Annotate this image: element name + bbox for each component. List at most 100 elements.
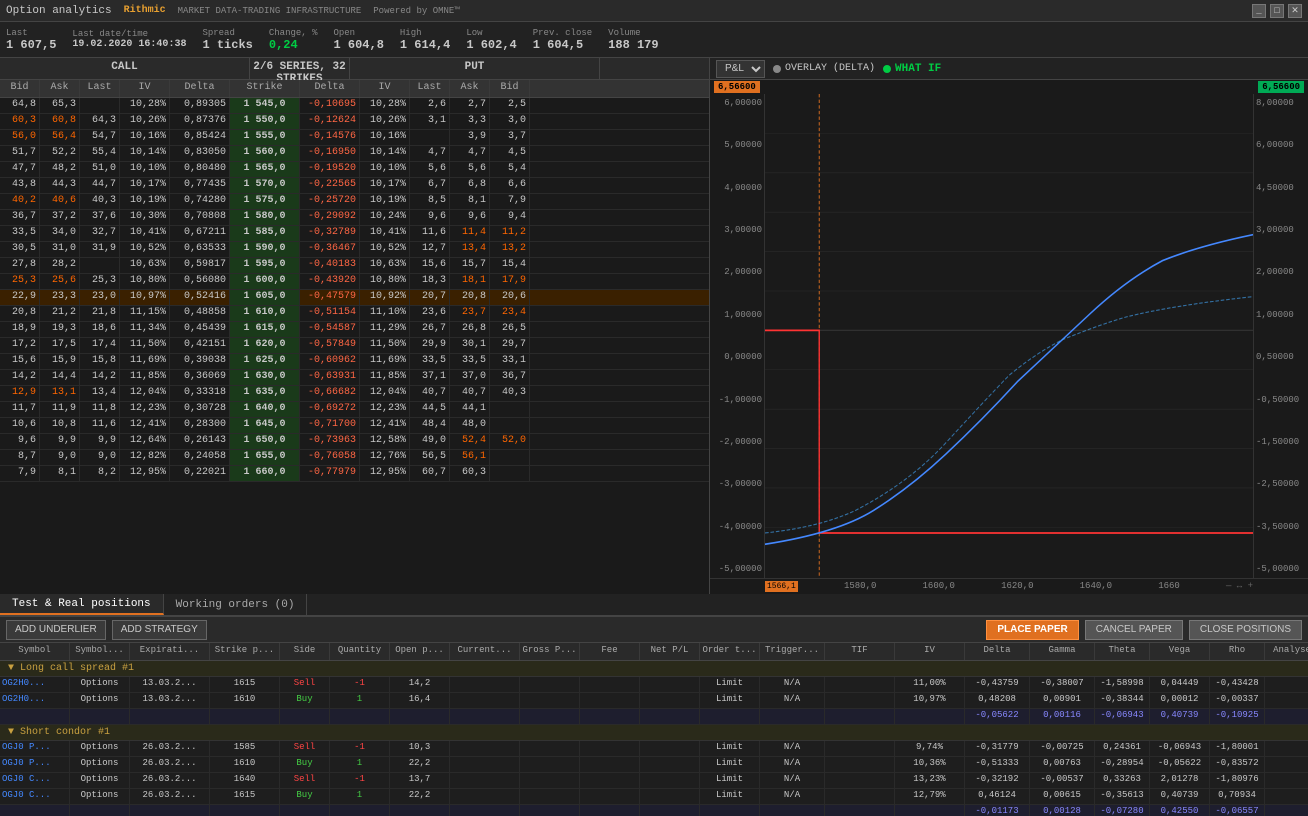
option-row[interactable]: 56,0 56,4 54,7 10,16% 0,85424 1 555,0 -0… (0, 130, 709, 146)
maximize-button[interactable]: □ (1270, 4, 1284, 18)
col-delta-call: Delta (170, 80, 230, 97)
pos-gamma: -0,00537 (1030, 773, 1095, 788)
option-row[interactable]: 64,8 65,3 10,28% 0,89305 1 545,0 -0,1069… (0, 98, 709, 114)
tab-test-real[interactable]: Test & Real positions (0, 594, 164, 615)
put-delta: -0,60962 (300, 354, 360, 369)
pnl-dropdown[interactable]: P&L (716, 60, 765, 78)
call-delta: 0,80480 (170, 162, 230, 177)
option-row[interactable]: 60,3 60,8 64,3 10,26% 0,87376 1 550,0 -0… (0, 114, 709, 130)
summary-rho: -0,06557 (1210, 805, 1265, 816)
option-row[interactable]: 25,3 25,6 25,3 10,80% 0,56080 1 600,0 -0… (0, 274, 709, 290)
add-underlier-button[interactable]: ADD UNDERLIER (6, 620, 106, 640)
option-row[interactable]: 15,6 15,9 15,8 11,69% 0,39038 1 625,0 -0… (0, 354, 709, 370)
summary-empty-3 (210, 805, 280, 816)
overlay-dot (773, 65, 781, 73)
market-spread: Spread 1 ticks (202, 28, 252, 52)
minimize-button[interactable]: _ (1252, 4, 1266, 18)
put-delta: -0,16950 (300, 146, 360, 161)
summary-vega: 0,40739 (1150, 709, 1210, 724)
pos-exp: 26.03.2... (130, 741, 210, 756)
call-delta: 0,28300 (170, 418, 230, 433)
call-last: 55,4 (80, 146, 120, 161)
close-button[interactable]: ✕ (1288, 4, 1302, 18)
pos-curr (450, 741, 520, 756)
pos-exp: 13.03.2... (130, 677, 210, 692)
tab-working-orders[interactable]: Working orders (0) (164, 594, 308, 615)
put-last: 18,3 (410, 274, 450, 289)
pnl-area: P&L OVERLAY (DELTA) WHAT IF 6,56600 6,56… (710, 58, 1308, 594)
pos-vega: -0,05622 (1150, 757, 1210, 772)
market-high: High 1 614,4 (400, 28, 450, 52)
option-row[interactable]: 12,9 13,1 13,4 12,04% 0,33318 1 635,0 -0… (0, 386, 709, 402)
pos-iv: 11,00% (895, 677, 965, 692)
pos-strike: 1640 (210, 773, 280, 788)
put-bid: 13,2 (490, 242, 530, 257)
window-controls: _ □ ✕ (1252, 4, 1302, 18)
call-iv: 10,63% (120, 258, 170, 273)
option-row[interactable]: 20,8 21,2 21,8 11,15% 0,48858 1 610,0 -0… (0, 306, 709, 322)
call-ask: 25,6 (40, 274, 80, 289)
put-delta: -0,66682 (300, 386, 360, 401)
close-positions-button[interactable]: CLOSE POSITIONS (1189, 620, 1302, 640)
call-ask: 37,2 (40, 210, 80, 225)
put-last: 6,7 (410, 178, 450, 193)
option-row[interactable]: 11,7 11,9 11,8 12,23% 0,30728 1 640,0 -0… (0, 402, 709, 418)
call-bid: 14,2 (0, 370, 40, 385)
option-row[interactable]: 33,5 34,0 32,7 10,41% 0,67211 1 585,0 -0… (0, 226, 709, 242)
call-last: 21,8 (80, 306, 120, 321)
summary-empty-13 (825, 805, 895, 816)
option-row[interactable]: 30,5 31,0 31,9 10,52% 0,63533 1 590,0 -0… (0, 242, 709, 258)
put-bid: 7,9 (490, 194, 530, 209)
option-row[interactable]: 43,8 44,3 44,7 10,17% 0,77435 1 570,0 -0… (0, 178, 709, 194)
call-iv: 10,80% (120, 274, 170, 289)
pos-open: 22,2 (390, 789, 450, 804)
x-axis: 1566,1 1580,01600,01620,01640,01660 — ↔ … (710, 578, 1308, 594)
add-strategy-button[interactable]: ADD STRATEGY (112, 620, 207, 640)
option-row[interactable]: 27,8 28,2 10,63% 0,59817 1 595,0 -0,4018… (0, 258, 709, 274)
call-delta: 0,67211 (170, 226, 230, 241)
option-row[interactable]: 10,6 10,8 11,6 12,41% 0,28300 1 645,0 -0… (0, 418, 709, 434)
put-bid: 17,9 (490, 274, 530, 289)
put-iv: 12,23% (360, 402, 410, 417)
option-row[interactable]: 8,7 9,0 9,0 12,82% 0,24058 1 655,0 -0,76… (0, 450, 709, 466)
option-row[interactable]: 9,6 9,9 9,9 12,64% 0,26143 1 650,0 -0,73… (0, 434, 709, 450)
option-row[interactable]: 18,9 19,3 18,6 11,34% 0,45439 1 615,0 -0… (0, 322, 709, 338)
strike: 1 610,0 (230, 306, 300, 321)
call-iv: 12,41% (120, 418, 170, 433)
put-bid: 4,5 (490, 146, 530, 161)
cancel-paper-button[interactable]: CANCEL PAPER (1085, 620, 1183, 640)
put-ask: 3,3 (450, 114, 490, 129)
app-title: Option analytics (6, 5, 112, 17)
pos-curr (450, 789, 520, 804)
call-iv: 10,52% (120, 242, 170, 257)
call-delta: 0,70808 (170, 210, 230, 225)
put-ask: 3,9 (450, 130, 490, 145)
option-row[interactable]: 51,7 52,2 55,4 10,14% 0,83050 1 560,0 -0… (0, 146, 709, 162)
put-last: 20,7 (410, 290, 450, 305)
option-row[interactable]: 47,7 48,2 51,0 10,10% 0,80480 1 565,0 -0… (0, 162, 709, 178)
put-ask: 4,7 (450, 146, 490, 161)
put-delta: -0,40183 (300, 258, 360, 273)
option-row[interactable]: 14,2 14,4 14,2 11,85% 0,36069 1 630,0 -0… (0, 370, 709, 386)
call-delta: 0,26143 (170, 434, 230, 449)
pos-exp: 26.03.2... (130, 773, 210, 788)
option-row[interactable]: 7,9 8,1 8,2 12,95% 0,22021 1 660,0 -0,77… (0, 466, 709, 482)
col-ask-put: Ask (450, 80, 490, 97)
call-last: 23,0 (80, 290, 120, 305)
option-row[interactable]: 40,2 40,6 40,3 10,19% 0,74280 1 575,0 -0… (0, 194, 709, 210)
call-last: 8,2 (80, 466, 120, 481)
pos-analyse (1265, 789, 1308, 804)
pos-qty: -1 (330, 741, 390, 756)
place-paper-button[interactable]: PLACE PAPER (986, 620, 1078, 640)
pos-delta: 0,46124 (965, 789, 1030, 804)
pos-theta: -0,35613 (1095, 789, 1150, 804)
option-row[interactable]: 36,7 37,2 37,6 10,30% 0,70808 1 580,0 -0… (0, 210, 709, 226)
put-last: 12,7 (410, 242, 450, 257)
col-strike: Strike (230, 80, 300, 97)
call-ask: 8,1 (40, 466, 80, 481)
option-row[interactable]: 17,2 17,5 17,4 11,50% 0,42151 1 620,0 -0… (0, 338, 709, 354)
call-last: 31,9 (80, 242, 120, 257)
option-row[interactable]: 22,9 23,3 23,0 10,97% 0,52416 1 605,0 -0… (0, 290, 709, 306)
pos-gross (520, 789, 580, 804)
pos-col-rho: Rho (1210, 643, 1265, 660)
